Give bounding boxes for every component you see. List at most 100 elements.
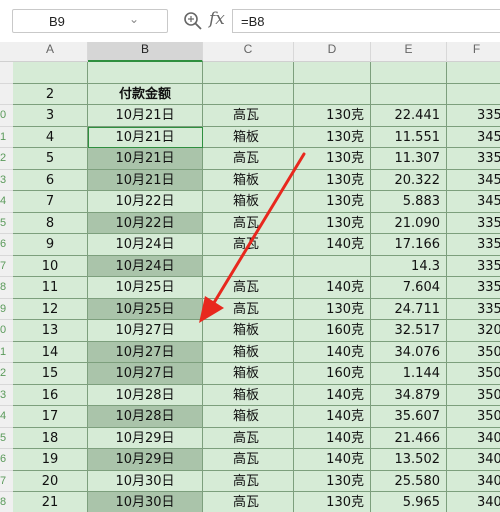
table-cell[interactable]: 3500.0 — [447, 341, 500, 363]
name-box[interactable]: B9 ⌄ — [12, 9, 168, 33]
table-cell[interactable]: 3450.0 — [447, 169, 500, 191]
row-header[interactable]: 7 — [0, 470, 13, 492]
table-cell[interactable]: 3350.0 — [447, 234, 500, 256]
table-cell[interactable]: 3450.0 — [447, 191, 500, 213]
table-cell[interactable]: 140克 — [294, 406, 371, 428]
row-header[interactable]: 4 — [0, 406, 13, 428]
table-cell[interactable]: 140克 — [294, 384, 371, 406]
table-cell[interactable]: 3350.0 — [447, 212, 500, 234]
table-cell[interactable]: 10月28日 — [88, 406, 203, 428]
table-cell[interactable]: 10月29日 — [88, 427, 203, 449]
row-header[interactable]: 1 — [0, 341, 13, 363]
table-cell[interactable]: 箱板 — [203, 126, 294, 148]
table-cell[interactable]: 17.166 — [371, 234, 447, 256]
table-cell[interactable]: 17 — [13, 406, 88, 428]
table-cell[interactable]: 13.502 — [371, 449, 447, 471]
table-cell[interactable]: 7 — [13, 191, 88, 213]
table-cell[interactable]: 160克 — [294, 320, 371, 342]
table-cell[interactable] — [371, 62, 447, 84]
table-cell[interactable]: 箱板 — [203, 320, 294, 342]
table-cell[interactable]: 3350.0 — [447, 148, 500, 170]
table-cell[interactable]: 14.3 — [371, 255, 447, 277]
row-header[interactable]: 6 — [0, 234, 13, 256]
table-cell[interactable]: 10月22日 — [88, 212, 203, 234]
table-cell[interactable]: 3400.0 — [447, 427, 500, 449]
table-cell[interactable]: 15 — [13, 363, 88, 385]
table-cell[interactable]: 11 — [13, 277, 88, 299]
table-cell[interactable]: 19 — [13, 449, 88, 471]
table-cell[interactable]: 5.883 — [371, 191, 447, 213]
row-header[interactable]: 2 — [0, 363, 13, 385]
table-cell[interactable]: 高瓦 — [203, 427, 294, 449]
row-header[interactable]: 6 — [0, 449, 13, 471]
table-cell[interactable]: 高瓦 — [203, 277, 294, 299]
table-cell[interactable]: 10月27日 — [88, 341, 203, 363]
table-cell[interactable]: 25.580 — [371, 470, 447, 492]
table-cell[interactable]: 10月27日 — [88, 320, 203, 342]
table-cell[interactable] — [294, 62, 371, 84]
table-cell[interactable]: 12 — [13, 298, 88, 320]
table-cell[interactable] — [203, 83, 294, 105]
row-header[interactable]: 1 — [0, 126, 13, 148]
row-header[interactable]: 8 — [0, 492, 13, 512]
table-cell[interactable]: 高瓦 — [203, 234, 294, 256]
chevron-down-icon[interactable]: ⌄ — [129, 12, 139, 26]
fx-icon[interactable]: fx — [209, 9, 225, 29]
table-cell[interactable]: 高瓦 — [203, 470, 294, 492]
table-cell[interactable]: 9 — [13, 234, 88, 256]
table-cell[interactable]: 箱板 — [203, 169, 294, 191]
table-cell[interactable]: 24.711 — [371, 298, 447, 320]
table-cell[interactable]: 高瓦 — [203, 212, 294, 234]
table-cell[interactable]: 35.607 — [371, 406, 447, 428]
table-cell[interactable]: 3500.0 — [447, 406, 500, 428]
row-header[interactable] — [0, 62, 13, 84]
table-cell[interactable]: 10月29日 — [88, 449, 203, 471]
column-header-e[interactable]: E — [371, 42, 447, 62]
table-cell[interactable]: 10月22日 — [88, 191, 203, 213]
table-cell[interactable]: 10月28日 — [88, 384, 203, 406]
table-cell[interactable]: 160克 — [294, 363, 371, 385]
table-cell[interactable]: 14 — [13, 341, 88, 363]
column-header-a[interactable]: A — [13, 42, 88, 62]
table-cell[interactable]: 21 — [13, 492, 88, 512]
table-cell[interactable]: 3500.0 — [447, 363, 500, 385]
table-cell[interactable]: 13 — [13, 320, 88, 342]
table-cell[interactable]: 箱板 — [203, 384, 294, 406]
table-cell[interactable] — [88, 62, 203, 84]
row-header[interactable]: 7 — [0, 255, 13, 277]
column-header-b[interactable]: B — [88, 42, 203, 62]
table-cell[interactable]: 20.322 — [371, 169, 447, 191]
table-cell[interactable]: 18 — [13, 427, 88, 449]
row-header[interactable]: 8 — [0, 277, 13, 299]
table-cell[interactable] — [371, 83, 447, 105]
table-cell[interactable]: 3450.0 — [447, 126, 500, 148]
column-header-f[interactable]: F — [447, 42, 500, 62]
table-cell[interactable]: 140克 — [294, 341, 371, 363]
table-cell[interactable]: 10月24日 — [88, 234, 203, 256]
table-cell[interactable]: 2 — [13, 83, 88, 105]
table-cell[interactable]: 3350.0 — [447, 255, 500, 277]
table-cell[interactable]: 5.965 — [371, 492, 447, 512]
table-cell[interactable]: 3350.0 — [447, 105, 500, 127]
table-cell[interactable]: 箱板 — [203, 363, 294, 385]
table-cell[interactable]: 8 — [13, 212, 88, 234]
zoom-icon[interactable] — [182, 10, 204, 32]
table-cell[interactable]: 高瓦 — [203, 449, 294, 471]
row-header[interactable]: 4 — [0, 191, 13, 213]
table-cell[interactable]: 10月25日 — [88, 277, 203, 299]
row-header[interactable]: 3 — [0, 384, 13, 406]
table-cell[interactable]: 130克 — [294, 298, 371, 320]
table-cell[interactable]: 130克 — [294, 126, 371, 148]
table-cell[interactable]: 130克 — [294, 191, 371, 213]
table-cell[interactable]: 10 — [13, 255, 88, 277]
table-cell[interactable]: 5 — [13, 148, 88, 170]
table-cell[interactable]: 140克 — [294, 277, 371, 299]
table-cell[interactable] — [447, 83, 500, 105]
table-cell[interactable]: 10月21日 — [88, 105, 203, 127]
row-header[interactable]: 2 — [0, 148, 13, 170]
column-header-c[interactable]: C — [203, 42, 294, 62]
table-cell[interactable] — [13, 62, 88, 84]
table-cell[interactable] — [203, 255, 294, 277]
table-cell[interactable] — [294, 255, 371, 277]
row-header[interactable]: 5 — [0, 212, 13, 234]
